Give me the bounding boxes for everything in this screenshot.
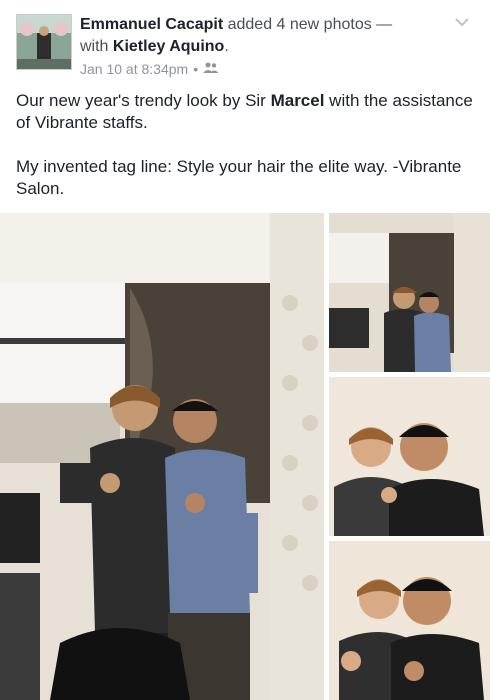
mentioned-name[interactable]: Marcel [271,91,325,110]
with-prefix: with [80,38,113,55]
post-paragraph-1: Our new year's trendy look by Sir Marcel… [16,90,476,134]
post-body: Our new year's trendy look by Sir Marcel… [16,90,476,222]
tagged-suffix: . [224,38,229,55]
post-header: Emmanuel Cacapit added 4 new photos — wi… [0,0,490,86]
chevron-down-icon[interactable] [452,12,472,32]
text-segment: Our new year's trendy look by Sir [16,91,271,110]
photo-4[interactable] [329,541,490,700]
post-action: added 4 new photos — [223,16,393,33]
post-paragraph-2: My invented tag line: Style your hair th… [16,157,462,198]
author-avatar[interactable] [16,14,72,70]
tagged-friend[interactable]: Kietley Aquino [113,38,224,55]
friends-icon[interactable] [203,61,219,77]
photo-2[interactable] [329,213,490,372]
author-name[interactable]: Emmanuel Cacapit [80,16,223,33]
post-timestamp[interactable]: Jan 10 at 8:34pm [80,61,188,77]
photo-3[interactable] [329,377,490,536]
meta-separator: • [193,61,199,77]
post-meta: Jan 10 at 8:34pm • [80,61,219,77]
photo-grid [0,213,490,700]
post-title: Emmanuel Cacapit added 4 new photos — wi… [80,14,450,58]
photo-1[interactable] [0,213,324,700]
